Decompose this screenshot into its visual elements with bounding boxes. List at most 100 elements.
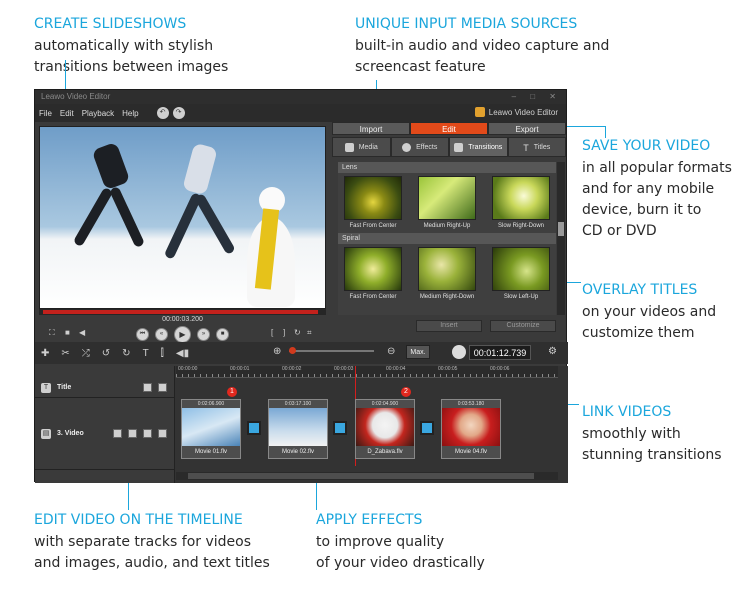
subtab-titles[interactable]: T Titles	[507, 137, 566, 157]
timeline-scrollbar[interactable]	[176, 472, 558, 480]
timeline-clip[interactable]: 0:02:06.900 Movie 01.flv	[181, 399, 241, 459]
callout-text: with separate tracks for videos	[34, 534, 252, 550]
callout-text: stunning transitions	[582, 447, 722, 463]
fast-forward-icon[interactable]: »	[197, 327, 210, 341]
callout-text: built-in audio and video capture and	[355, 38, 610, 54]
crop-icon[interactable]: ⌗	[307, 328, 312, 338]
track-video: ▤ 3. Video	[35, 398, 175, 470]
menu-bar: File Edit Playback Help ↶ ↷ Leawo Video …	[35, 104, 566, 122]
titles-icon: T	[523, 142, 529, 153]
callout-title: APPLY EFFECTS	[316, 512, 423, 528]
video-preview[interactable]	[39, 126, 326, 309]
zoom-handle[interactable]	[289, 347, 296, 354]
rewind-icon[interactable]: «	[155, 327, 168, 341]
clock-icon	[452, 345, 466, 359]
track-label: 3. Video	[57, 430, 84, 437]
subtab-media[interactable]: Media	[332, 137, 391, 157]
scrollbar-thumb[interactable]	[558, 222, 564, 236]
app-window: Leawo Video Editor – □ ✕ File Edit Playb…	[34, 89, 568, 483]
stop-icon[interactable]: ■	[216, 327, 229, 341]
insert-button[interactable]: Insert	[416, 320, 482, 332]
clip-thumbnail	[269, 408, 327, 446]
transition-item[interactable]: Slow Right-Down	[489, 176, 553, 229]
menu-file[interactable]: File	[39, 109, 52, 118]
preview-scrubber[interactable]	[39, 309, 326, 315]
max-button[interactable]: Max.	[406, 345, 430, 359]
visibility-icon[interactable]	[143, 429, 152, 438]
ruler-tick: 00:00:05	[438, 366, 458, 372]
redo-tool-icon[interactable]: ↻	[122, 348, 130, 359]
title-bar: Leawo Video Editor – □ ✕	[35, 90, 566, 104]
split-icon[interactable]: ⤮	[82, 348, 90, 359]
zoom-slider[interactable]	[289, 347, 374, 354]
brand: Leawo Video Editor	[474, 107, 558, 117]
visibility-icon[interactable]	[158, 383, 167, 392]
ruler-marks	[176, 374, 558, 377]
gallery-row: Fast From Center Medium Right-Up Slow Ri…	[338, 176, 556, 229]
customize-button[interactable]: Customize	[490, 320, 556, 332]
lock-icon[interactable]	[143, 383, 152, 392]
transition-name: Fast From Center	[349, 294, 397, 300]
transitions-icon	[454, 142, 464, 152]
scrollbar-thumb[interactable]	[188, 473, 534, 479]
mark-in-icon[interactable]: [	[271, 328, 273, 337]
redo-icon[interactable]: ↷	[172, 107, 185, 119]
settings-icon[interactable]: ⚙	[548, 346, 557, 357]
undo-icon[interactable]: ↶	[156, 107, 169, 119]
transition-marker[interactable]	[333, 421, 347, 435]
transition-item[interactable]: Fast From Center	[341, 176, 405, 229]
title-track-icon: T	[41, 382, 51, 393]
zoom-in-icon[interactable]: ⊕	[273, 346, 281, 357]
mark-out-icon[interactable]: ]	[283, 328, 285, 337]
add-icon[interactable]: ✚	[41, 348, 49, 359]
transition-thumbnail	[418, 247, 476, 291]
timeline: T Title ▤ 3. Video 00:00:00 00:00:01 00:…	[35, 366, 568, 483]
transition-item[interactable]: Medium Right-Up	[415, 176, 479, 229]
lock-icon[interactable]	[128, 429, 137, 438]
brand-logo-icon	[474, 107, 485, 117]
zoom-out-icon[interactable]: ⊖	[387, 346, 395, 357]
menu-help[interactable]: Help	[122, 109, 138, 118]
pip-icon[interactable]	[158, 429, 167, 438]
undo-tool-icon[interactable]: ↺	[102, 348, 110, 359]
tab-import[interactable]: Import	[332, 122, 410, 135]
timeline-clip[interactable]: 0:02:04.900 D_Zabava.flv	[355, 399, 415, 459]
tab-edit[interactable]: Edit	[410, 122, 488, 135]
undo-redo-group: ↶ ↷	[156, 107, 189, 119]
transition-marker[interactable]	[420, 421, 434, 435]
transition-thumbnail	[418, 176, 476, 220]
subtab-label: Titles	[533, 143, 551, 151]
transition-name: Fast From Center	[349, 223, 397, 229]
transition-item[interactable]: Slow Left-Up	[489, 247, 553, 300]
preview-time: 00:00:03.200	[162, 316, 203, 323]
track-buttons	[107, 429, 167, 438]
menu-edit[interactable]: Edit	[60, 109, 74, 118]
gallery-scrollbar[interactable]	[557, 162, 565, 315]
ruler-tick: 00:00:03	[334, 366, 354, 372]
timeline-ruler[interactable]: 00:00:00 00:00:01 00:00:02 00:00:03 00:0…	[176, 366, 558, 378]
transition-marker[interactable]	[247, 421, 261, 435]
subtab-effects[interactable]: Effects	[390, 137, 449, 157]
mute-icon[interactable]	[113, 429, 122, 438]
play-icon[interactable]: ▶	[174, 325, 191, 343]
ruler-tick: 00:00:01	[230, 366, 250, 372]
video-track-icon: ▤	[41, 428, 51, 439]
cut-icon[interactable]: ✂	[61, 348, 69, 359]
window-controls[interactable]: – □ ✕	[512, 90, 562, 104]
menu-playback[interactable]: Playback	[82, 109, 114, 118]
callout-text: screencast feature	[355, 59, 486, 75]
timeline-clip[interactable]: 0:03:53.180 Movie 04.flv	[441, 399, 501, 459]
text-icon[interactable]: T	[143, 348, 149, 359]
tab-export[interactable]: Export	[488, 122, 566, 135]
transition-item[interactable]: Medium Right-Down	[415, 247, 479, 300]
skip-start-icon[interactable]: ⏮	[136, 327, 149, 341]
split-track-icon[interactable]: ⫿	[161, 348, 164, 359]
audio-icon[interactable]: ◀▮	[176, 348, 189, 359]
subtab-transitions[interactable]: Transitions	[449, 137, 508, 157]
clip-thumbnail	[442, 408, 500, 446]
total-duration: 00:01:12.739	[469, 345, 531, 360]
track-title: T Title	[35, 378, 175, 398]
timeline-clip[interactable]: 0:03:17.100 Movie 02.flv	[268, 399, 328, 459]
transition-item[interactable]: Fast From Center	[341, 247, 405, 300]
rotate-icon[interactable]: ↻	[294, 328, 301, 337]
